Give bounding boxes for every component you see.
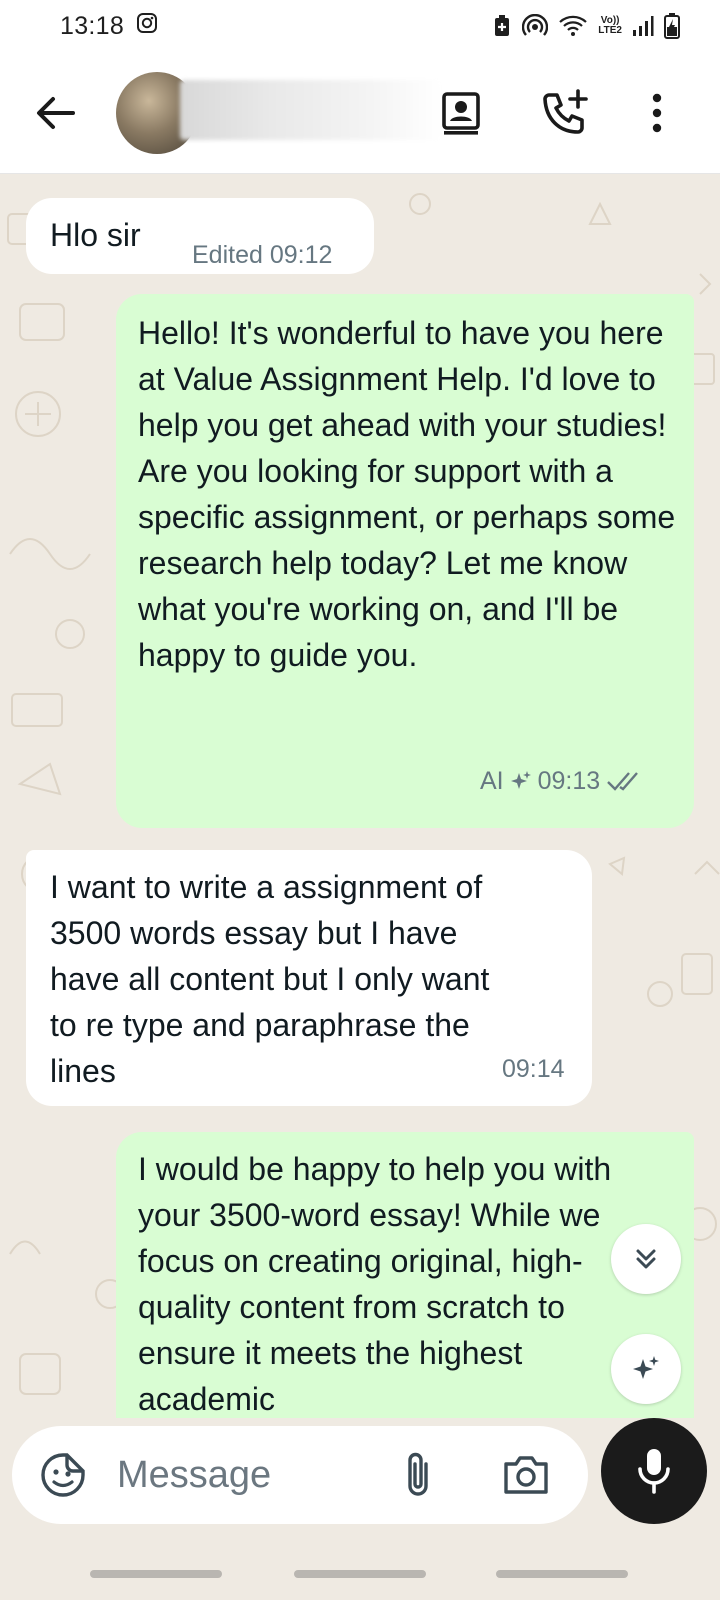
message-text: Hello! It's wonderful to have you here a…: [138, 315, 676, 673]
network-label: Vo)) LTE2: [598, 16, 622, 36]
nav-recents[interactable]: [90, 1570, 222, 1578]
ai-assist-button[interactable]: [611, 1334, 681, 1404]
sticker-button[interactable]: [40, 1452, 86, 1503]
more-vert-icon: [652, 93, 662, 133]
signal-icon: [632, 15, 654, 37]
lte-label: LTE2: [598, 25, 622, 36]
message-outgoing[interactable]: I would be happy to help you with your 3…: [116, 1132, 694, 1418]
hotspot-icon: [522, 14, 549, 38]
sticker-icon: [41, 1453, 85, 1497]
wifi-icon: [558, 14, 588, 38]
status-bar: 13:18 Vo)) LTE2: [0, 0, 720, 52]
nav-home[interactable]: [294, 1570, 426, 1578]
message-text: I want to write a assignment of 3500 wor…: [50, 869, 490, 1089]
attach-icon: [408, 1452, 428, 1496]
add-call-icon: [543, 89, 588, 134]
contact-card-icon: [442, 92, 480, 135]
add-call-button[interactable]: [538, 86, 592, 140]
message-input[interactable]: [117, 1448, 377, 1502]
message-text: Hlo sir: [50, 217, 141, 253]
message-meta: AI 09:13: [480, 758, 642, 804]
message-text: I would be happy to help you with your 3…: [138, 1151, 612, 1417]
message-time: 09:14: [502, 1055, 565, 1083]
scroll-down-icon: [636, 1249, 656, 1269]
ai-sparkle-icon: [633, 1356, 659, 1379]
contact-card-button[interactable]: [434, 86, 488, 140]
attach-button[interactable]: [402, 1450, 434, 1505]
chat-header: [0, 52, 720, 174]
voice-message-button[interactable]: [601, 1418, 707, 1524]
message-outgoing[interactable]: Hello! It's wonderful to have you here a…: [116, 294, 694, 828]
mic-icon: [638, 1449, 670, 1494]
camera-icon: [504, 1456, 548, 1494]
battery-icon: [664, 13, 680, 39]
ai-sparkle-small-icon: [510, 771, 531, 789]
system-nav-bar: [0, 1546, 720, 1600]
data-saver-icon: [492, 14, 512, 38]
message-incoming[interactable]: I want to write a assignment of 3500 wor…: [26, 850, 592, 1106]
message-time: 09:13: [537, 767, 601, 795]
scroll-down-button[interactable]: [611, 1224, 681, 1294]
camera-button[interactable]: [502, 1452, 550, 1501]
status-time: 13:18: [60, 11, 125, 40]
instagram-icon: [136, 12, 158, 41]
more-options-button[interactable]: [630, 86, 684, 140]
message-input-bar: [12, 1426, 588, 1524]
double-check-icon: [607, 772, 639, 791]
ai-label: AI: [480, 767, 504, 795]
contact-name-redacted[interactable]: [180, 80, 442, 140]
message-incoming[interactable]: Hlo sir Edited 09:12: [26, 198, 374, 274]
chat-area[interactable]: Hlo sir Edited 09:12 Hello! It's wonderf…: [0, 174, 720, 1418]
arrow-left-icon: [37, 97, 75, 129]
message-meta: Edited 09:12: [192, 241, 333, 269]
back-button[interactable]: [30, 88, 80, 138]
nav-back[interactable]: [496, 1570, 628, 1578]
